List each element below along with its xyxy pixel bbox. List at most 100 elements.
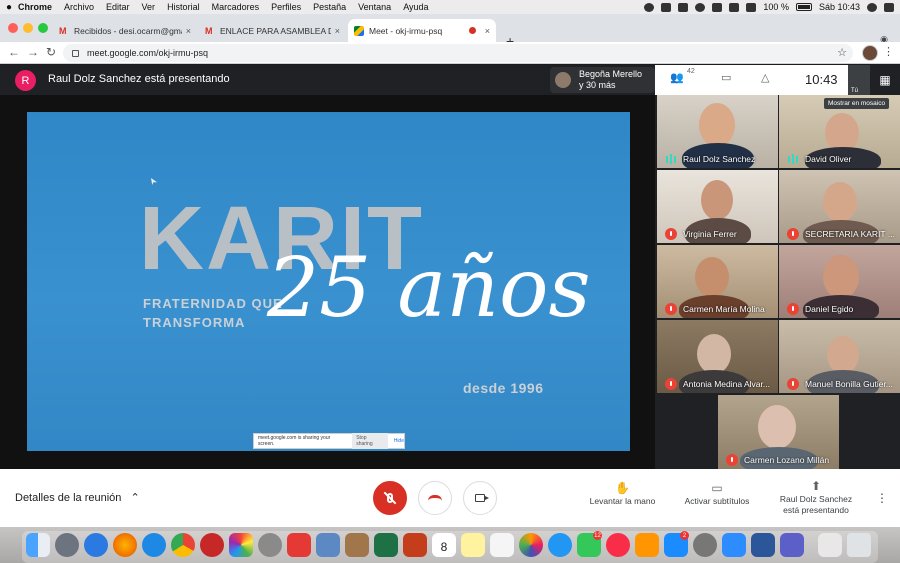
menu-ver[interactable]: Ver [142, 2, 156, 12]
tab-close-icon[interactable]: × [485, 26, 490, 36]
tab-gmail[interactable]: M Recibidos - desi.ocarm@gmail × [53, 19, 197, 42]
mic-muted-icon [665, 378, 677, 390]
bookmark-star-icon[interactable]: ☆ [837, 46, 847, 59]
powerpoint-icon[interactable] [403, 533, 427, 557]
url-field[interactable]: meet.google.com/okj-irmu-psq ☆ [63, 44, 853, 62]
malwarebytes-icon[interactable] [661, 2, 672, 12]
tab-close-icon[interactable]: × [335, 26, 340, 36]
raise-hand-button[interactable]: ✋ Levantar la mano [585, 482, 660, 507]
downloads-folder-icon[interactable] [818, 533, 842, 557]
participant-tile[interactable]: Raul Dolz Sanchez [657, 95, 778, 168]
captions-button[interactable]: ▭ Activar subtítulos [678, 482, 756, 507]
music-icon[interactable] [606, 533, 630, 557]
tab-enlace[interactable]: M ENLACE PARA ASAMBLEA DE K × [199, 19, 346, 42]
avatar [823, 255, 859, 299]
menu-pestana[interactable]: Pestaña [313, 2, 346, 12]
system-preferences-icon[interactable] [693, 533, 717, 557]
messages-icon[interactable] [548, 533, 572, 557]
minimize-window-button[interactable] [23, 23, 33, 33]
control-center-icon[interactable] [884, 2, 894, 12]
word-icon[interactable] [751, 533, 775, 557]
archive-icon[interactable] [345, 533, 369, 557]
others-chip[interactable]: Begoña Merello y 30 más [550, 67, 655, 93]
excel-icon[interactable] [374, 533, 398, 557]
safari-icon[interactable] [142, 533, 166, 557]
trash-icon[interactable] [847, 533, 871, 557]
apple-icon[interactable]: ● [0, 2, 18, 13]
chrome-icon[interactable] [171, 533, 195, 557]
presenting-button[interactable]: ⬆ Raul Dolz Sanchez está presentando [774, 480, 858, 516]
menu-ayuda[interactable]: Ayuda [403, 2, 428, 12]
menu-app[interactable]: Chrome [18, 2, 52, 12]
participant-tile[interactable]: SECRETARIA KARIT ... [779, 170, 900, 243]
reload-icon[interactable]: ↻ [46, 45, 56, 59]
launchpad-icon[interactable] [55, 533, 79, 557]
profile-avatar[interactable] [862, 45, 878, 61]
more-options-icon[interactable]: ⋮ [876, 491, 888, 505]
tab-gmail-label: Recibidos - desi.ocarm@gmail [74, 25, 182, 36]
participant-tile[interactable]: Manuel Bonilla Gutier... [779, 320, 900, 393]
tab-meet-label: Meet - okj-irmu-psq [369, 25, 443, 36]
notes-icon[interactable] [678, 2, 689, 12]
menu-marcadores[interactable]: Marcadores [212, 2, 260, 12]
tab-meet[interactable]: Meet - okj-irmu-psq × [348, 19, 496, 42]
meeting-details-button[interactable]: Detalles de la reunión ⌃ [15, 491, 140, 504]
cloud-icon[interactable] [644, 2, 655, 12]
menu-archivo[interactable]: Archivo [64, 2, 94, 12]
teams-icon[interactable] [780, 533, 804, 557]
facetime-badge: 12 [593, 531, 602, 540]
tile-layout-icon[interactable]: ▦ [870, 65, 900, 95]
slide-tagline-2: TRANSFORMA [143, 315, 246, 330]
participant-tile[interactable]: Carmen Lozano Millán [718, 395, 839, 469]
volume-icon[interactable] [746, 2, 757, 12]
siri-icon[interactable] [867, 2, 877, 12]
notes-app-icon[interactable] [461, 533, 485, 557]
camera-toggle-button[interactable] [463, 481, 497, 515]
meet-bottom-bar: Detalles de la reunión ⌃ ✋ Levantar la m… [0, 469, 900, 527]
utility-icon[interactable] [258, 533, 282, 557]
menu-perfiles[interactable]: Perfiles [271, 2, 301, 12]
participant-tile[interactable]: Carmen María Molina [657, 245, 778, 318]
chat-icon[interactable]: ▭ [721, 71, 731, 84]
timemachine-icon[interactable] [695, 2, 706, 12]
wifi-icon[interactable] [729, 2, 740, 12]
participant-tile[interactable]: Virginia Ferrer [657, 170, 778, 243]
back-arrow-icon[interactable]: ← [8, 45, 20, 59]
zoom-icon[interactable] [722, 533, 746, 557]
microphone-toggle-button[interactable] [373, 481, 407, 515]
menubar-clock[interactable]: Sáb 10:43 [819, 2, 860, 12]
bluetooth-icon[interactable] [712, 2, 723, 12]
lock-icon[interactable] [72, 49, 79, 57]
participant-tile[interactable]: Antonia Medina Alvar... [657, 320, 778, 393]
menu-historial[interactable]: Historial [167, 2, 200, 12]
cloud-upload-icon[interactable] [84, 533, 108, 557]
preview-icon[interactable] [316, 533, 340, 557]
menu-ventana[interactable]: Ventana [358, 2, 391, 12]
menu-editar[interactable]: Editar [106, 2, 130, 12]
hide-share-bar-button[interactable]: Hide [394, 438, 404, 444]
photos-icon[interactable] [519, 533, 543, 557]
battery-icon[interactable] [795, 3, 812, 11]
people-icon[interactable]: 👥 [670, 71, 684, 84]
camera-icon [475, 494, 489, 502]
firefox-icon[interactable] [113, 533, 137, 557]
calendar-icon[interactable]: 8 [432, 533, 456, 557]
activities-icon[interactable]: △ [761, 71, 769, 84]
speaking-icon [666, 154, 676, 164]
reminders-icon[interactable] [490, 533, 514, 557]
forward-arrow-icon[interactable]: → [27, 45, 39, 59]
tab-close-icon[interactable]: × [186, 26, 191, 36]
leave-call-button[interactable] [418, 481, 452, 515]
finder-icon[interactable] [26, 533, 50, 557]
books-icon[interactable] [635, 533, 659, 557]
anydesk-icon[interactable] [287, 533, 311, 557]
photos-app-icon[interactable] [229, 533, 253, 557]
chrome-menu-icon[interactable]: ⋮ [883, 45, 894, 58]
self-view-label: Tú [851, 88, 859, 94]
close-window-button[interactable] [8, 23, 18, 33]
self-view-tile[interactable]: Tú [848, 65, 870, 95]
app-red-icon[interactable] [200, 533, 224, 557]
stop-sharing-button[interactable]: Stop sharing [352, 433, 388, 449]
zoom-window-button[interactable] [38, 23, 48, 33]
participant-tile[interactable]: Daniel Egido [779, 245, 900, 318]
